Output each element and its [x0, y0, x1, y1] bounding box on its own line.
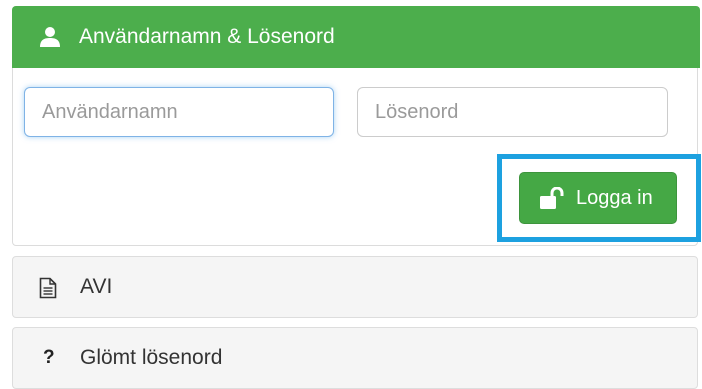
- password-input[interactable]: [357, 87, 668, 137]
- avi-label: AVI: [80, 275, 113, 298]
- login-button-label: Logga in: [576, 187, 653, 209]
- document-icon: [39, 277, 57, 299]
- unlock-icon: [540, 187, 564, 209]
- forgot-password-row[interactable]: ? Glömt lösenord: [12, 327, 698, 389]
- login-panel-header: Användarnamn & Lösenord: [12, 6, 700, 68]
- username-input[interactable]: [24, 87, 334, 137]
- forgot-password-label: Glömt lösenord: [80, 346, 223, 369]
- avi-row[interactable]: AVI: [12, 256, 698, 318]
- login-button[interactable]: Logga in: [519, 172, 677, 224]
- question-icon: ?: [43, 347, 55, 368]
- user-icon: [40, 27, 60, 47]
- login-panel-title: Användarnamn & Lösenord: [79, 25, 335, 48]
